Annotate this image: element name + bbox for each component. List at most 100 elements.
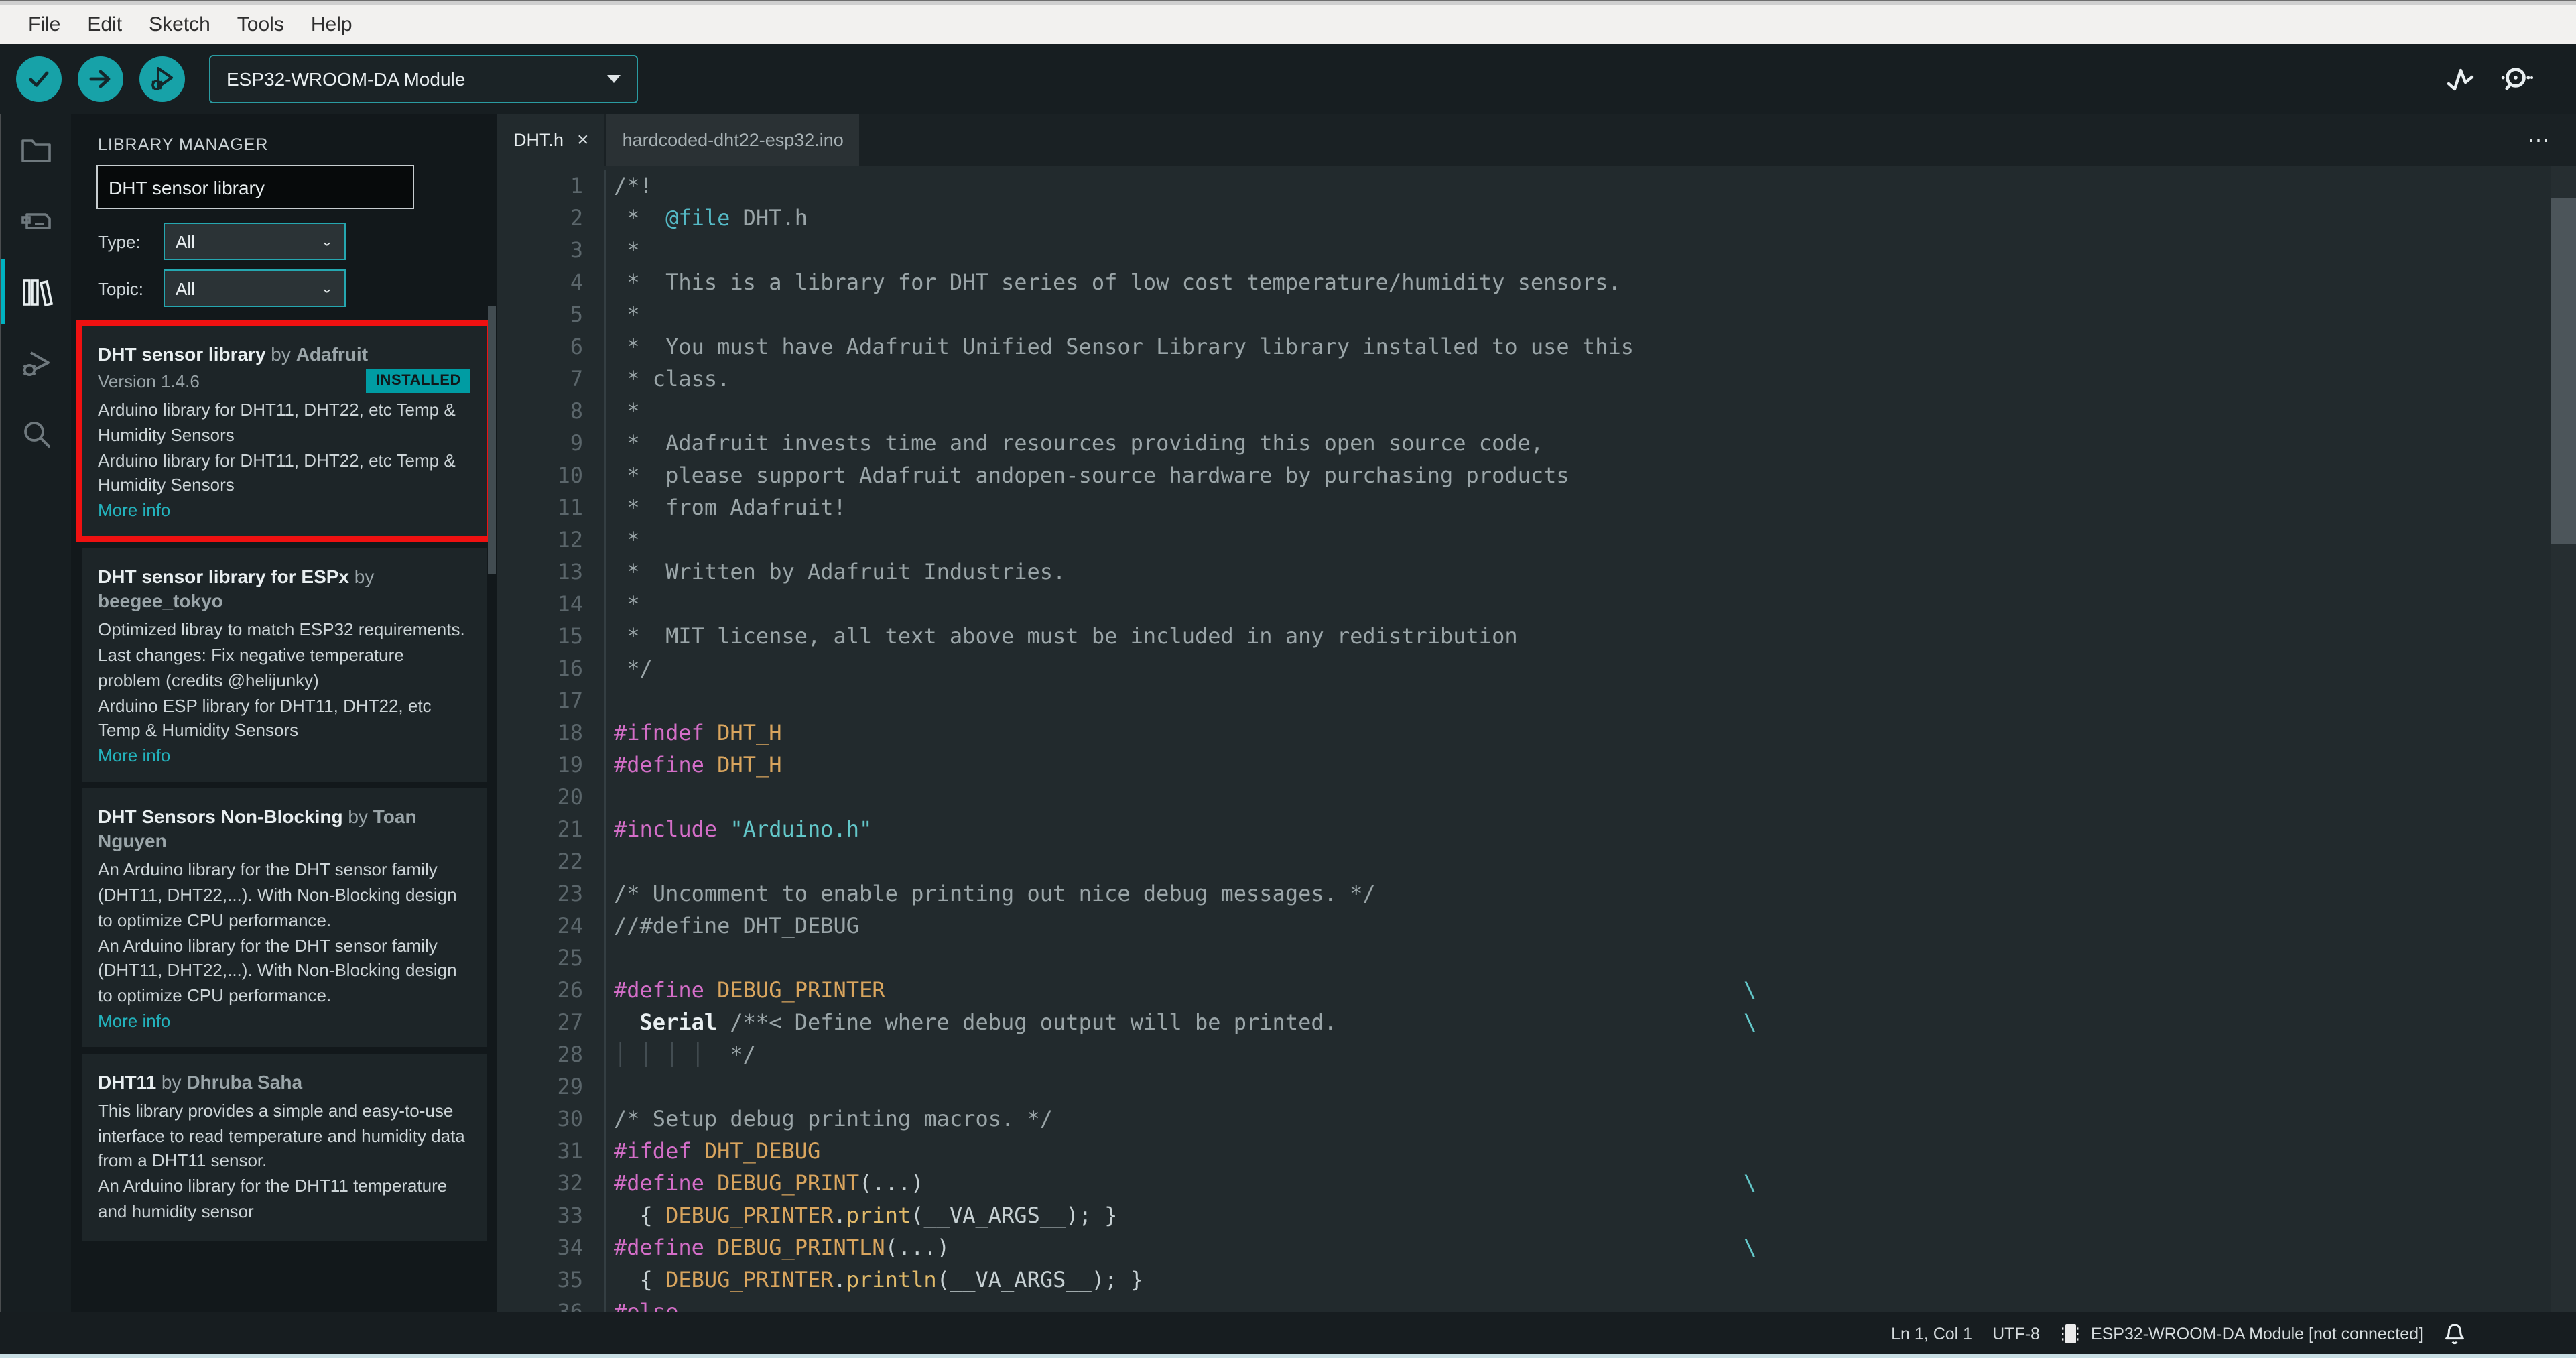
start-debug-button[interactable]: [139, 56, 185, 102]
code-line: 35 { DEBUG_PRINTER.println(__VA_ARGS__);…: [497, 1264, 2576, 1296]
line-number: 12: [557, 527, 583, 552]
code-line: 22: [497, 846, 2576, 878]
filter-value: All: [176, 231, 195, 251]
code-editor-surface[interactable]: 1/*! 2 * @file DHT.h 3 * 4 * This is a libr…: [497, 166, 2576, 1312]
code-line: 34 #define DEBUG_PRINTLN(...) \: [497, 1232, 2576, 1264]
panel-scrollbar[interactable]: [488, 306, 496, 574]
filter-label: Type:: [98, 231, 141, 251]
code-text: * please support Adafruit andopen-source…: [604, 460, 2576, 492]
code-text: * MIT license, all text above must be in…: [604, 621, 2576, 653]
library-version: Version 1.4.6: [98, 371, 200, 391]
encoding-indicator[interactable]: UTF-8: [1992, 1324, 2040, 1343]
menu-item-sketch[interactable]: Sketch: [135, 13, 224, 36]
cursor-position[interactable]: Ln 1, Col 1: [1891, 1324, 1972, 1343]
library-list: DHT sensor library by Adafruit Version 1.…: [71, 320, 497, 1312]
code-line: 17: [497, 685, 2576, 717]
line-number: 17: [557, 688, 583, 713]
sidebar-item-boards-manager[interactable]: [1, 185, 71, 256]
serial-monitor-icon[interactable]: [2498, 63, 2533, 95]
tab-overflow-menu[interactable]: ⋯: [2528, 114, 2576, 166]
board-status[interactable]: ESP32-WROOM-DA Module [not connected]: [2060, 1321, 2423, 1345]
code-text: */: [604, 653, 2576, 685]
sidebar-item-sketchbook[interactable]: [1, 114, 71, 185]
line-number: 31: [557, 1138, 583, 1164]
line-number: 22: [557, 849, 583, 874]
code-line: 36 #else: [497, 1296, 2576, 1312]
more-info-link[interactable]: More info: [98, 1010, 470, 1030]
upload-button[interactable]: [78, 56, 123, 102]
filter-row: Type: All ⌄: [98, 223, 497, 260]
tab-label: hardcoded-dht22-esp32.ino: [622, 130, 844, 150]
menu-item-tools[interactable]: Tools: [224, 13, 298, 36]
library-search-input[interactable]: [96, 165, 414, 209]
tab-label: DHT.h: [513, 130, 564, 150]
line-number: 4: [570, 269, 583, 295]
line-number: 7: [570, 366, 583, 391]
line-number: 24: [557, 913, 583, 938]
code-line: 26 #define DEBUG_PRINTER \: [497, 975, 2576, 1007]
line-number: 8: [570, 398, 583, 424]
verify-button[interactable]: [16, 56, 62, 102]
code-line: 21 #include "Arduino.h": [497, 814, 2576, 846]
more-info-link[interactable]: More info: [98, 500, 470, 520]
code-line: 13 * Written by Adafruit Industries.: [497, 556, 2576, 589]
tab-dht-h[interactable]: DHT.h ×: [497, 114, 605, 166]
code-text: * class.: [604, 363, 2576, 395]
code-line: 18 #ifndef DHT_H: [497, 717, 2576, 749]
code-text: │ │ │ │ */: [604, 1039, 2576, 1071]
editor-tab-bar: DHT.h × hardcoded-dht22-esp32.ino ⋯: [497, 114, 2576, 166]
sidebar-item-library-manager[interactable]: [1, 256, 71, 327]
code-line: 2 * @file DHT.h: [497, 202, 2576, 235]
topic-filter-select[interactable]: All ⌄: [164, 269, 346, 307]
code-text: *: [604, 299, 2576, 331]
line-number: 30: [557, 1106, 583, 1131]
code-text: * Written by Adafruit Industries.: [604, 556, 2576, 589]
version-row: Version 1.4.6 INSTALLED: [98, 369, 470, 393]
code-line: 19 #define DHT_H: [497, 749, 2576, 782]
notifications-bell[interactable]: [2443, 1321, 2466, 1345]
editor-scrollbar-thumb[interactable]: [2551, 198, 2576, 544]
code-line: 23 /* Uncomment to enable printing out ni…: [497, 878, 2576, 910]
board-selector-dropdown[interactable]: ESP32-WROOM-DA Module: [209, 55, 638, 103]
right-arrow-icon: [87, 66, 114, 92]
code-line: 29: [497, 1071, 2576, 1103]
status-bar: Ln 1, Col 1 UTF-8 ESP32-WROOM-DA Module …: [0, 1312, 2576, 1354]
code-text: #define DEBUG_PRINT(...) \: [604, 1168, 2576, 1200]
library-description: This library provides a simple and easy-…: [98, 1100, 465, 1221]
editor-scrollbar-track[interactable]: [2551, 166, 2576, 1312]
serial-plotter-icon[interactable]: [2445, 63, 2477, 95]
tab-sketch-ino[interactable]: hardcoded-dht22-esp32.ino: [606, 114, 860, 166]
library-name: DHT11 by Dhruba Saha: [98, 1070, 303, 1093]
type-filter-select[interactable]: All ⌄: [164, 223, 346, 260]
menu-item-edit[interactable]: Edit: [74, 13, 135, 36]
menu-item-file[interactable]: File: [15, 13, 74, 36]
code-text: #define DEBUG_PRINTLN(...) \: [604, 1232, 2576, 1264]
more-info-link[interactable]: More info: [98, 745, 470, 765]
code-text: [604, 685, 2576, 717]
close-icon[interactable]: ×: [577, 129, 589, 151]
menu-item-help[interactable]: Help: [298, 13, 366, 36]
code-line: 4 * This is a library for DHT series of …: [497, 267, 2576, 299]
line-number: 27: [557, 1009, 583, 1035]
filter-row: Topic: All ⌄: [98, 269, 497, 307]
code-line: 10 * please support Adafruit andopen-sou…: [497, 460, 2576, 492]
window-title-strip: [0, 0, 2576, 5]
code-text: /* Setup debug printing macros. */: [604, 1103, 2576, 1135]
library-name: DHT sensor library by Adafruit: [98, 343, 369, 365]
panel-title: LIBRARY MANAGER: [98, 135, 269, 154]
code-text: * Adafruit invests time and resources pr…: [604, 428, 2576, 460]
sidebar-item-debug[interactable]: [1, 327, 71, 398]
code-line: 16 */: [497, 653, 2576, 685]
library-description: Arduino library for DHT11, DHT22, etc Te…: [98, 399, 456, 495]
code-line: 24 //#define DHT_DEBUG: [497, 910, 2576, 942]
library-card: DHT sensor library by Adafruit Version 1.…: [76, 320, 492, 542]
code-text: [604, 846, 2576, 878]
sidebar-item-search[interactable]: [1, 398, 71, 469]
code-text: #include "Arduino.h": [604, 814, 2576, 846]
line-number: 9: [570, 430, 583, 456]
code-text: *: [604, 235, 2576, 267]
menu-bar: File Edit Sketch Tools Help: [0, 5, 2576, 44]
code-line: 3 *: [497, 235, 2576, 267]
code-text: *: [604, 524, 2576, 556]
line-continuation-backslash: \: [1744, 1009, 1757, 1035]
